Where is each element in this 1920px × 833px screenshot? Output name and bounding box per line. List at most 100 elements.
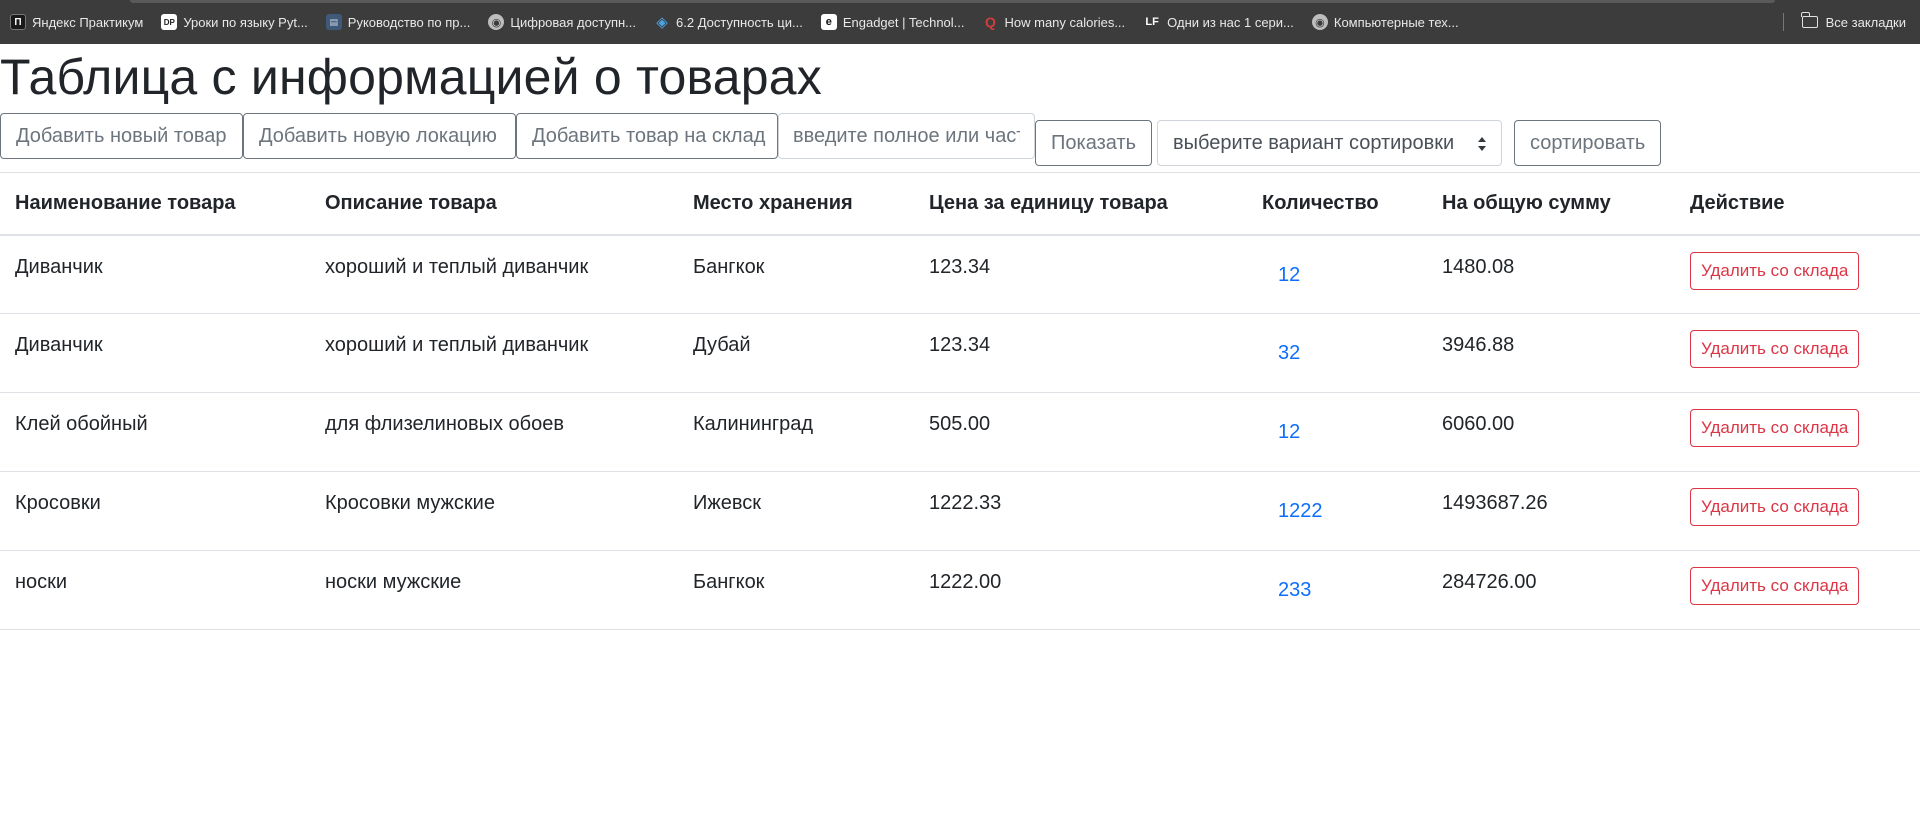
table-header-row: Наименование товара Описание товара Мест… (0, 172, 1920, 236)
bookmark-label: 6.2 Доступность ци... (676, 14, 803, 30)
remove-from-stock-button[interactable]: Удалить со склада (1690, 330, 1860, 368)
quantity-link[interactable]: 12 (1262, 413, 1300, 444)
cell-action: Удалить со склада (1675, 234, 1920, 314)
engadget-icon: e (820, 14, 837, 30)
header-location: Место хранения (678, 172, 914, 236)
dp-icon: DP (161, 14, 178, 30)
bookmark-label: Компьютерные тех... (1333, 14, 1459, 30)
cell-name: Диванчик (0, 234, 310, 314)
header-description: Описание товара (310, 172, 678, 236)
cell-description: для флизелиновых обоев (310, 392, 678, 472)
show-button[interactable]: Показать (1035, 120, 1152, 166)
bookmark-computer-tech[interactable]: ◉ Компьютерные тех... (1311, 14, 1459, 30)
folder-icon (1801, 12, 1818, 28)
cell-description: Кросовки мужские (310, 471, 678, 551)
search-input[interactable] (778, 113, 1035, 159)
cell-total: 1493687.26 (1427, 471, 1675, 551)
table-row: Клей обойный для флизелиновых обоев Кали… (0, 392, 1920, 472)
guide-icon: ▤ (325, 14, 342, 30)
cell-action: Удалить со склада (1675, 550, 1920, 630)
cell-total: 1480.08 (1427, 234, 1675, 314)
quantity-link[interactable]: 1222 (1262, 492, 1323, 523)
globe-icon: ◉ (488, 14, 505, 30)
cell-quantity: 1222 (1247, 471, 1427, 551)
add-location-button[interactable]: Добавить новую локацию (243, 113, 516, 159)
globe-icon: ◉ (1311, 14, 1328, 30)
bookmark-label: How many calories... (1004, 14, 1126, 30)
cell-description: хороший и теплый диванчик (310, 313, 678, 393)
bookmark-accessibility-6-2[interactable]: ◈ 6.2 Доступность ци... (654, 14, 803, 31)
quantity-link[interactable]: 12 (1262, 256, 1300, 287)
cell-quantity: 12 (1247, 234, 1427, 314)
header-total: На общую сумму (1427, 172, 1675, 236)
sort-button[interactable]: сортировать (1514, 120, 1661, 166)
remove-from-stock-button[interactable]: Удалить со склада (1690, 567, 1860, 605)
table-row: носки носки мужские Бангкок 1222.00 233 … (0, 550, 1920, 630)
bookmark-label: Одни из нас 1 сери... (1167, 14, 1294, 30)
all-bookmarks-label: Все закладки (1825, 14, 1906, 30)
bookmark-label: Руководство по пр... (347, 14, 471, 30)
quantity-link[interactable]: 32 (1262, 334, 1300, 365)
cell-location: Бангкок (678, 234, 914, 314)
page-title: Таблица с информацией о товарах (0, 49, 822, 105)
bookmark-label: Цифровая доступн... (510, 14, 637, 30)
cell-location: Калининград (678, 392, 914, 472)
cell-price: 1222.33 (914, 471, 1247, 551)
lf-icon: LF (1145, 16, 1159, 28)
bookmark-label: Яндекс Практикум (32, 14, 144, 30)
cell-description: хороший и теплый диванчик (310, 234, 678, 314)
cell-total: 6060.00 (1427, 392, 1675, 472)
cell-location: Дубай (678, 313, 914, 393)
cell-name: носки (0, 550, 310, 630)
cell-name: Диванчик (0, 313, 310, 393)
add-product-button[interactable]: Добавить новый товар (0, 113, 243, 159)
cell-action: Удалить со склада (1675, 471, 1920, 551)
cell-total: 284726.00 (1427, 550, 1675, 630)
header-unit-price: Цена за единицу товара (914, 172, 1247, 236)
cell-price: 1222.00 (914, 550, 1247, 630)
all-bookmarks[interactable]: Все закладки (1782, 0, 1906, 44)
bookmark-guide[interactable]: ▤ Руководство по пр... (325, 14, 471, 30)
sort-select[interactable]: выберите вариант сортировки (1157, 120, 1502, 166)
quantity-link[interactable]: 233 (1262, 571, 1311, 602)
cell-quantity: 233 (1247, 550, 1427, 630)
add-to-stock-button[interactable]: Добавить товар на склад (516, 113, 778, 159)
cell-name: Кросовки (0, 471, 310, 551)
bookmark-quora[interactable]: Q How many calories... (983, 14, 1126, 30)
bookmark-yandex-practicum[interactable]: П Яндекс Практикум (10, 14, 143, 30)
remove-from-stock-button[interactable]: Удалить со склада (1690, 409, 1860, 447)
remove-from-stock-button[interactable]: Удалить со склада (1690, 488, 1860, 526)
products-table: Наименование товара Описание товара Мест… (0, 172, 1920, 630)
cell-total: 3946.88 (1427, 313, 1675, 393)
bookmark-digital-accessibility[interactable]: ◉ Цифровая доступн... (488, 14, 636, 30)
cell-name: Клей обойный (0, 392, 310, 472)
sort-arrows-icon (1478, 137, 1486, 151)
cell-quantity: 32 (1247, 313, 1427, 393)
remove-from-stock-button[interactable]: Удалить со склада (1690, 251, 1860, 290)
yandex-practicum-icon: П (10, 14, 26, 30)
cell-quantity: 12 (1247, 392, 1427, 472)
bookmark-engadget[interactable]: e Engadget | Technol... (820, 14, 965, 30)
cell-location: Ижевск (678, 471, 914, 551)
header-product-name: Наименование товара (0, 172, 310, 236)
table-row: Кросовки Кросовки мужские Ижевск 1222.33… (0, 471, 1920, 551)
header-action: Действие (1675, 172, 1920, 236)
quora-icon: Q (985, 14, 996, 30)
diamond-icon: ◈ (656, 14, 668, 31)
cell-price: 123.34 (914, 234, 1247, 314)
bookmarks-bar: П Яндекс Практикум DP Уроки по языку Pyt… (0, 0, 1920, 44)
cell-price: 123.34 (914, 313, 1247, 393)
cell-price: 505.00 (914, 392, 1247, 472)
divider (1782, 13, 1784, 31)
cell-location: Бангкок (678, 550, 914, 630)
cell-action: Удалить со склада (1675, 313, 1920, 393)
tab-strip-edge (130, 0, 1775, 3)
cell-description: носки мужские (310, 550, 678, 630)
table-row: Диванчик хороший и теплый диванчик Дубай… (0, 313, 1920, 393)
sort-select-value: выберите вариант сортировки (1173, 131, 1455, 154)
bookmark-last-of-us[interactable]: LF Одни из нас 1 сери... (1143, 14, 1294, 30)
cell-action: Удалить со склада (1675, 392, 1920, 472)
bookmark-label: Engadget | Technol... (842, 14, 965, 30)
table-row: Диванчик хороший и теплый диванчик Бангк… (0, 234, 1920, 314)
bookmark-python-lessons[interactable]: DP Уроки по языку Pyt... (161, 14, 308, 30)
